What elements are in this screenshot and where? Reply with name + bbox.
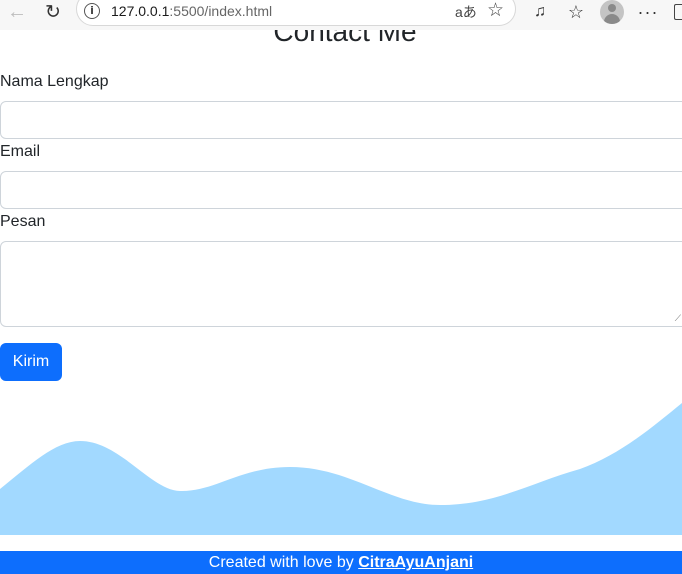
url-path: :5500/index.html: [169, 3, 273, 19]
back-arrow-icon[interactable]: ←: [4, 0, 30, 24]
favorites-list-icon[interactable]: ☆: [564, 0, 588, 24]
favorite-star-icon[interactable]: ☆: [487, 0, 504, 22]
url-text[interactable]: 127.0.0.1:5500/index.html: [111, 3, 272, 19]
profile-avatar[interactable]: [600, 0, 624, 24]
submit-button[interactable]: Kirim: [0, 343, 62, 381]
footer: Created with love by CitraAyuAnjani: [0, 551, 682, 574]
url-host: 127.0.0.1: [111, 3, 170, 19]
info-icon[interactable]: i: [84, 3, 100, 19]
wave-decoration: [0, 403, 682, 535]
browser-toolbar: ← ↻ i 127.0.0.1:5500/index.html aあ ☆ ♫ ☆…: [0, 0, 682, 30]
address-bar[interactable]: i 127.0.0.1:5500/index.html aあ ☆: [76, 0, 516, 26]
message-label: Pesan: [0, 213, 46, 230]
sidebar-icon[interactable]: [674, 4, 682, 20]
email-input[interactable]: [0, 171, 682, 209]
footer-text: Created with love by: [208, 554, 359, 571]
refresh-icon[interactable]: ↻: [40, 0, 66, 24]
page-content: Contact Me Nama Lengkap Email Pesan ⟋ Ki…: [0, 30, 682, 574]
read-aloud-icon[interactable]: aあ: [455, 2, 477, 22]
resize-handle-icon[interactable]: ⟋: [675, 313, 681, 324]
page-title: Contact Me: [273, 30, 417, 47]
wave-shape: [0, 403, 682, 535]
more-menu-icon[interactable]: ···: [636, 0, 660, 24]
author-link[interactable]: CitraAyuAnjani: [358, 554, 473, 571]
message-textarea[interactable]: ⟋: [0, 241, 682, 327]
music-icon[interactable]: ♫: [528, 0, 552, 24]
email-label: Email: [0, 143, 41, 160]
name-input[interactable]: [0, 101, 682, 139]
name-label: Nama Lengkap: [0, 73, 109, 90]
